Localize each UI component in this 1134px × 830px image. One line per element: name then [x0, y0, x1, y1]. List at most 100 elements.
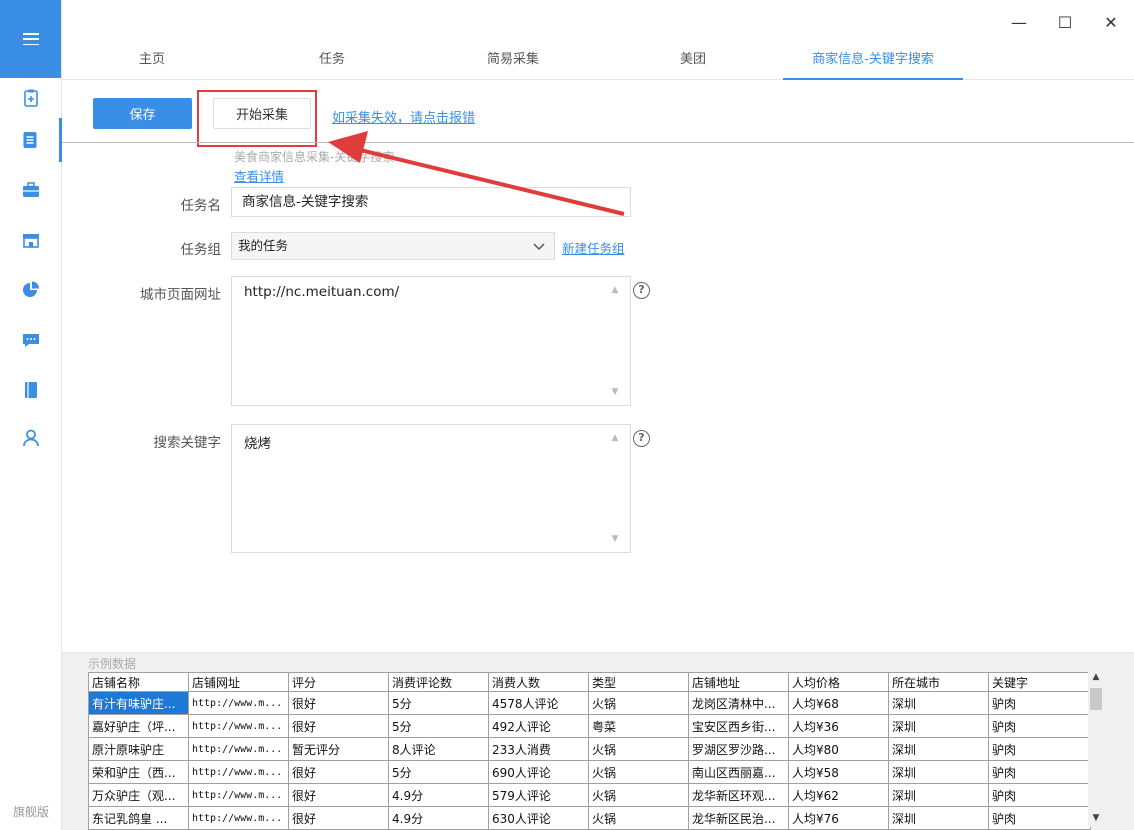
table-scrollbar[interactable]: ▲ ▼ — [1088, 672, 1104, 827]
table-cell[interactable]: 龙岗区清林中... — [688, 691, 789, 715]
table-cell[interactable]: 很好 — [288, 691, 389, 715]
table-cell[interactable]: 人均¥36 — [788, 714, 889, 738]
table-cell[interactable]: 人均¥68 — [788, 691, 889, 715]
table-cell[interactable]: 5分 — [388, 714, 489, 738]
tab-simple-collect[interactable]: 简易采集 — [453, 44, 573, 80]
column-header[interactable]: 所在城市 — [888, 672, 989, 692]
table-row[interactable]: 万众驴庄（观... http://www.m... 很好 4.9分 579人评论 火锅 龙华… — [88, 783, 1091, 807]
table-cell[interactable]: 驴肉 — [988, 737, 1091, 761]
table-cell[interactable]: 233人消费 — [488, 737, 589, 761]
table-cell[interactable]: 暂无评分 — [288, 737, 389, 761]
help-icon[interactable]: ? — [633, 282, 650, 299]
table-cell[interactable]: 深圳 — [888, 783, 989, 807]
table-cell[interactable]: 火锅 — [588, 783, 689, 807]
scroll-up-icon[interactable]: ▲ — [1088, 672, 1104, 686]
table-cell[interactable]: http://www.m... — [188, 783, 289, 807]
table-cell[interactable]: 深圳 — [888, 691, 989, 715]
table-cell[interactable]: 很好 — [288, 760, 389, 784]
table-cell[interactable]: 690人评论 — [488, 760, 589, 784]
view-details-link[interactable]: 查看详情 — [234, 166, 284, 185]
scroll-up-icon[interactable]: ▲ — [609, 285, 621, 295]
table-row[interactable]: 荣和驴庄（西... http://www.m... 很好 5分 690人评论 火锅 南山区西… — [88, 760, 1091, 784]
table-cell[interactable]: 驴肉 — [988, 806, 1091, 830]
table-cell[interactable]: 深圳 — [888, 737, 989, 761]
sidebar-item-statistics[interactable] — [0, 268, 62, 312]
scroll-down-icon[interactable]: ▼ — [609, 387, 621, 397]
new-task-group-link[interactable]: 新建任务组 — [562, 238, 625, 257]
table-cell[interactable]: http://www.m... — [188, 691, 289, 715]
table-cell[interactable]: 驴肉 — [988, 714, 1091, 738]
sidebar-item-store[interactable] — [0, 218, 62, 262]
table-cell[interactable]: 有汁有味驴庄... — [88, 691, 189, 715]
table-cell[interactable]: http://www.m... — [188, 737, 289, 761]
table-cell[interactable]: 人均¥80 — [788, 737, 889, 761]
column-header[interactable]: 店铺网址 — [188, 672, 289, 692]
table-cell[interactable]: 4.9分 — [388, 806, 489, 830]
table-cell[interactable]: 南山区西丽嘉... — [688, 760, 789, 784]
sidebar-item-account[interactable] — [0, 416, 62, 460]
table-cell[interactable]: 深圳 — [888, 806, 989, 830]
table-row[interactable]: 东记乳鸽皇 ... http://www.m... 很好 4.9分 630人评论 火锅 龙华… — [88, 806, 1091, 830]
table-cell[interactable]: 粤菜 — [588, 714, 689, 738]
table-cell[interactable]: 深圳 — [888, 714, 989, 738]
table-cell[interactable]: 火锅 — [588, 737, 689, 761]
table-cell[interactable]: 龙华新区民治... — [688, 806, 789, 830]
table-cell[interactable]: 人均¥76 — [788, 806, 889, 830]
table-cell[interactable]: 人均¥62 — [788, 783, 889, 807]
table-cell[interactable]: http://www.m... — [188, 714, 289, 738]
close-button[interactable]: ✕ — [1088, 8, 1134, 36]
table-cell[interactable]: 很好 — [288, 714, 389, 738]
maximize-button[interactable]: ☐ — [1042, 8, 1088, 36]
task-group-select[interactable]: 我的任务 — [231, 232, 555, 260]
sidebar-item-help[interactable] — [0, 368, 62, 412]
table-cell[interactable]: 原汁原味驴庄 — [88, 737, 189, 761]
column-header[interactable]: 关键字 — [988, 672, 1091, 692]
table-cell[interactable]: 深圳 — [888, 760, 989, 784]
report-error-link[interactable]: 如采集失效，请点击报错 — [332, 107, 475, 126]
table-cell[interactable]: 宝安区西乡街... — [688, 714, 789, 738]
column-header[interactable]: 消费人数 — [488, 672, 589, 692]
table-cell[interactable]: 630人评论 — [488, 806, 589, 830]
table-cell[interactable]: 嘉好驴庄（坪... — [88, 714, 189, 738]
column-header[interactable]: 店铺名称 — [88, 672, 189, 692]
scroll-down-icon[interactable]: ▼ — [609, 534, 621, 544]
scroll-down-icon[interactable]: ▼ — [1088, 813, 1104, 827]
save-button[interactable]: 保存 — [93, 98, 192, 129]
table-cell[interactable]: 492人评论 — [488, 714, 589, 738]
help-icon[interactable]: ? — [633, 430, 650, 447]
scroll-up-icon[interactable]: ▲ — [609, 433, 621, 443]
table-cell[interactable]: 579人评论 — [488, 783, 589, 807]
table-cell[interactable]: 4.9分 — [388, 783, 489, 807]
table-row[interactable]: 有汁有味驴庄... http://www.m... 很好 5分 4578人评论 火锅 龙岗区… — [88, 691, 1091, 715]
table-cell[interactable]: 人均¥58 — [788, 760, 889, 784]
table-cell[interactable]: http://www.m... — [188, 760, 289, 784]
table-cell[interactable]: 罗湖区罗沙路... — [688, 737, 789, 761]
sidebar-item-templates[interactable] — [0, 168, 62, 212]
table-cell[interactable]: 龙华新区环观... — [688, 783, 789, 807]
table-cell[interactable]: 东记乳鸽皇 ... — [88, 806, 189, 830]
column-header[interactable]: 店铺地址 — [688, 672, 789, 692]
tab-tasks[interactable]: 任务 — [272, 44, 392, 80]
sidebar-item-messages[interactable] — [0, 318, 62, 362]
column-header[interactable]: 类型 — [588, 672, 689, 692]
sidebar-item-tasks[interactable] — [0, 118, 62, 162]
table-cell[interactable]: 5分 — [388, 760, 489, 784]
menu-toggle-button[interactable] — [0, 0, 61, 78]
table-cell[interactable]: http://www.m... — [188, 806, 289, 830]
minimize-button[interactable]: — — [996, 8, 1042, 36]
table-cell[interactable]: 很好 — [288, 806, 389, 830]
tab-merchant-keyword-search[interactable]: 商家信息-关键字搜索 — [783, 44, 963, 80]
table-cell[interactable]: 很好 — [288, 783, 389, 807]
column-header[interactable]: 人均价格 — [788, 672, 889, 692]
table-cell[interactable]: 驴肉 — [988, 691, 1091, 715]
table-cell[interactable]: 万众驴庄（观... — [88, 783, 189, 807]
table-cell[interactable]: 8人评论 — [388, 737, 489, 761]
tab-home[interactable]: 主页 — [92, 44, 212, 80]
table-cell[interactable]: 驴肉 — [988, 760, 1091, 784]
table-cell[interactable]: 火锅 — [588, 760, 689, 784]
table-cell[interactable]: 4578人评论 — [488, 691, 589, 715]
table-cell[interactable]: 火锅 — [588, 806, 689, 830]
scroll-thumb[interactable] — [1090, 688, 1102, 710]
table-cell[interactable]: 5分 — [388, 691, 489, 715]
table-cell[interactable]: 火锅 — [588, 691, 689, 715]
